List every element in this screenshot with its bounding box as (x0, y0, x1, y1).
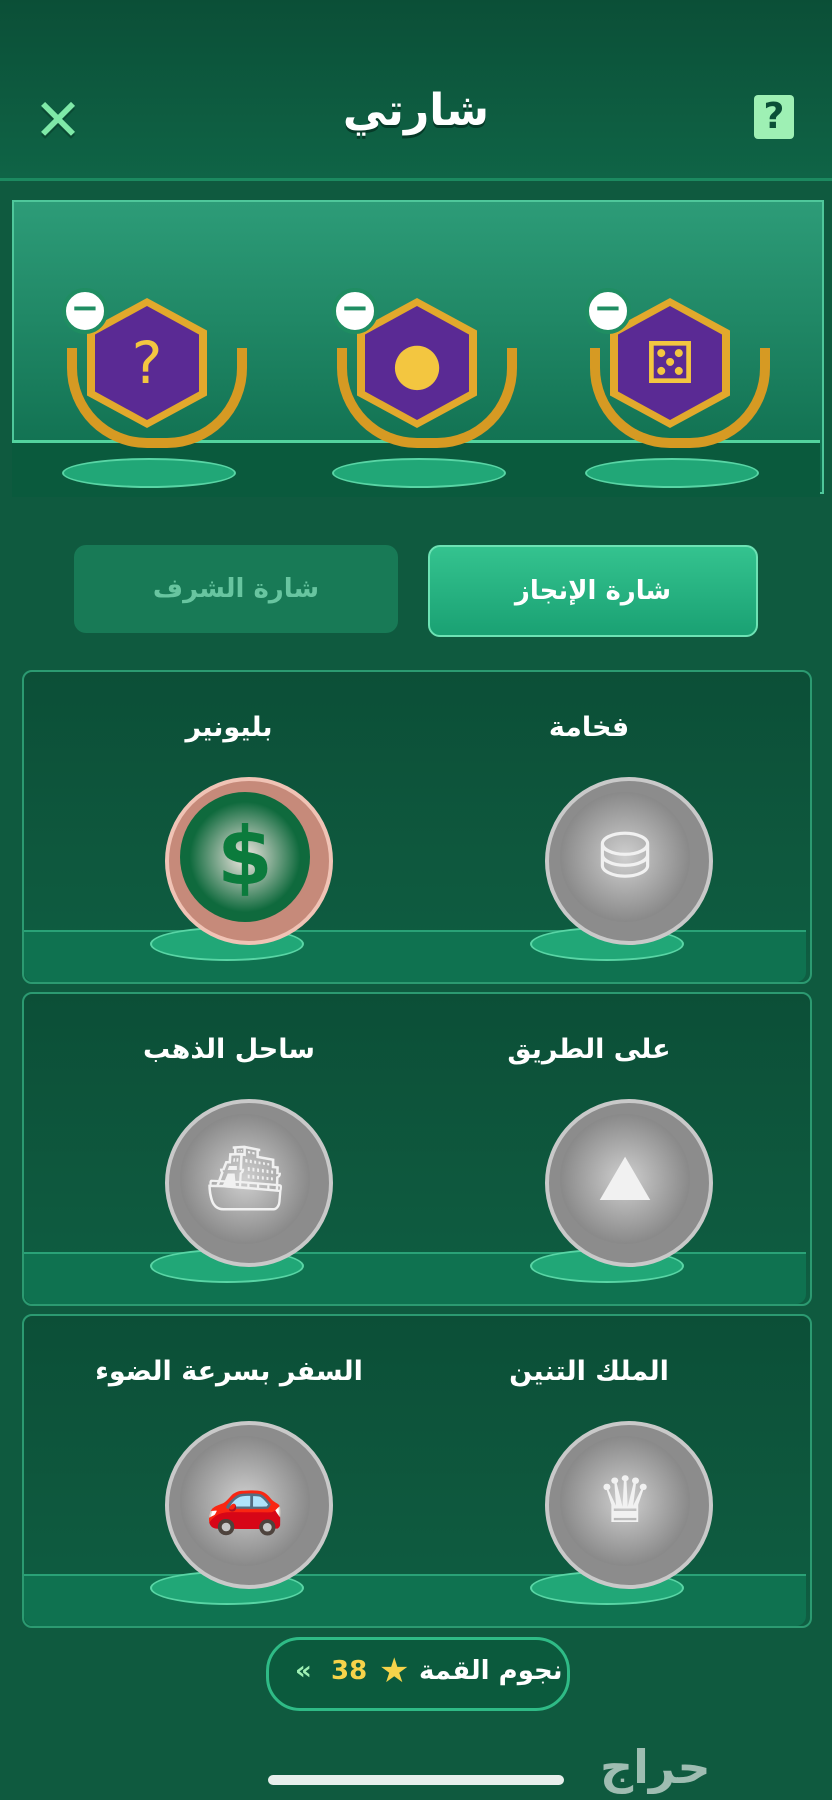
treasure-icon: ⛁ (560, 792, 690, 922)
remove-badge-button[interactable]: − (585, 288, 631, 334)
medal-luxury[interactable]: ⛁ (490, 772, 713, 972)
showcase-slot-coins[interactable]: ● − (332, 288, 517, 498)
arrow-icon: « (295, 1656, 312, 1686)
home-indicator[interactable] (268, 1775, 564, 1785)
dollar-icon: $ (180, 792, 310, 922)
page-title: شارتي (342, 85, 490, 136)
showcase-slot-dice[interactable]: ⚄ − (585, 288, 770, 498)
pedestal (585, 458, 759, 488)
car-icon: 🚗 (180, 1436, 310, 1566)
pedestal (62, 458, 236, 488)
medal-gold-coast[interactable]: ⛴ (110, 1094, 333, 1294)
medal-dragon-king[interactable]: ♛ (490, 1416, 713, 1616)
badge-label-luxury: فخامة (548, 712, 630, 743)
star-count: 38 (331, 1656, 368, 1686)
remove-badge-button[interactable]: − (332, 288, 378, 334)
road-icon: ⛰ (560, 1114, 690, 1244)
top-stars-label: نجوم القمة (419, 1656, 563, 1686)
badge-label-dragon-king: الملك التنين (509, 1356, 669, 1387)
badge-label-on-the-road: على الطريق (507, 1034, 671, 1065)
help-icon[interactable]: ? (754, 95, 794, 139)
dragon-icon: ♛ (560, 1436, 690, 1566)
watermark-logo: حراج (600, 1740, 711, 1794)
badge-label-billionaire: بليونير (185, 712, 273, 743)
medal-light-speed[interactable]: 🚗 (110, 1416, 333, 1616)
pedestal (332, 458, 506, 488)
badge-label-gold-coast: ساحل الذهب (143, 1034, 315, 1065)
star-icon: ★ (379, 1651, 410, 1691)
badge-row-2: على الطريق ساحل الذهب ⛰ ⛴ (22, 992, 812, 1306)
medal-on-the-road[interactable]: ⛰ (490, 1094, 713, 1294)
remove-badge-button[interactable]: − (62, 288, 108, 334)
badge-label-light-speed: السفر بسرعة الضوء (95, 1356, 363, 1387)
yacht-icon: ⛴ (180, 1114, 310, 1244)
medal-billionaire[interactable]: $ (110, 772, 333, 972)
tab-honor[interactable]: شارة الشرف (74, 545, 398, 633)
showcase-slot-chest[interactable]: ? − (62, 288, 247, 498)
tab-achievement[interactable]: شارة الإنجاز (428, 545, 758, 637)
top-stars-button[interactable]: « 38 ★ نجوم القمة (266, 1637, 570, 1711)
badge-row-3: الملك التنين السفر بسرعة الضوء ♛ 🚗 (22, 1314, 812, 1628)
badge-row-1: فخامة بليونير ⛁ $ (22, 670, 812, 984)
